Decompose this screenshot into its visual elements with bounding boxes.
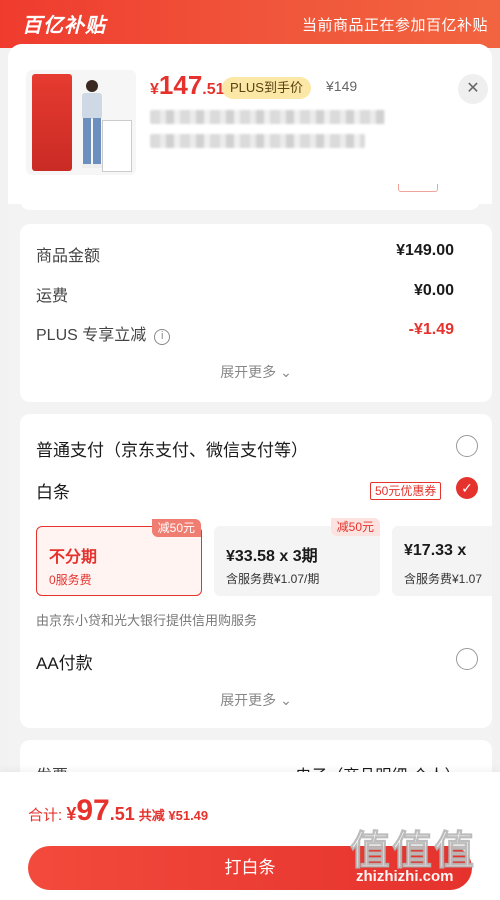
info-icon[interactable]: i: [154, 329, 171, 345]
site-watermark: 值值值 zhizhizhi.com: [350, 818, 486, 892]
plan-main: ¥33.58 x 3期: [226, 548, 318, 565]
total-amount: 97: [76, 794, 110, 827]
normal-pay-label[interactable]: 普通支付（京东支付、微信支付等）: [36, 436, 308, 461]
plan-discount-badge: 减50元: [151, 519, 201, 537]
goods-amount-label: 商品金额: [36, 248, 101, 265]
baitiao-radio-checked[interactable]: ✓: [456, 477, 478, 499]
credit-provider-note: 由京东小贷和光大银行提供信用购服务: [36, 613, 258, 628]
thumbnail-package: [102, 120, 132, 172]
subsidy-banner: 百亿补贴 当前商品正在参加百亿补贴: [0, 0, 500, 48]
plan-no-installment[interactable]: 减50元 不分期 0服务费: [36, 519, 202, 596]
order-total: 合计: ¥97.51 共减 ¥51.49: [28, 794, 209, 827]
watermark-text: zhizhizhi.com: [356, 868, 454, 885]
spec-tag-peek: [398, 184, 438, 192]
plus-price-tag: PLUS到手价: [222, 77, 311, 99]
plus-price: ¥147.51: [150, 70, 225, 100]
product-title-blurred: [150, 110, 385, 160]
thumbnail-red-panel: [32, 74, 72, 171]
plus-discount-value: -¥1.49: [408, 321, 454, 338]
payment-method-card: 普通支付（京东支付、微信支付等） 白条 50元优惠券 ✓ 减50元 不分期 0服…: [20, 414, 492, 728]
plan-3-installments[interactable]: 减50元 ¥33.58 x 3期 含服务费¥1.07/期: [214, 518, 380, 596]
product-thumbnail[interactable]: [26, 70, 136, 175]
shipping-value: ¥0.00: [413, 282, 454, 299]
plan-fee: 含服务费¥1.07: [404, 572, 483, 586]
baitiao-label[interactable]: 白条: [36, 478, 70, 503]
aa-pay-label[interactable]: AA付款: [36, 649, 93, 674]
plan-discount-badge: 减50元: [330, 518, 380, 536]
original-price: ¥149: [326, 78, 358, 94]
total-label: 合计:: [28, 807, 67, 824]
goods-amount-value: ¥149.00: [396, 242, 454, 259]
spec-card-peek: [20, 190, 480, 210]
baitiao-coupon-tag[interactable]: 50元优惠券: [370, 482, 442, 500]
aa-pay-radio[interactable]: [456, 648, 478, 670]
plan-main: ¥17.33 x: [404, 542, 467, 559]
amount-summary-card: 商品金额 ¥149.00 运费 ¥0.00 PLUS 专享立减 i -¥1.49 …: [20, 224, 492, 402]
shipping-label: 运费: [36, 288, 69, 305]
expand-more-payment[interactable]: 展开更多 ⌄: [20, 690, 492, 710]
plan-main: 不分期: [49, 549, 98, 566]
subsidy-note: 当前商品正在参加百亿补贴: [301, 17, 488, 34]
total-saved: 共减 ¥51.49: [138, 808, 209, 823]
plan-fee: 含服务费¥1.07/期: [226, 572, 320, 586]
plus-discount-label: PLUS 专享立减: [36, 327, 147, 344]
normal-pay-radio[interactable]: [456, 435, 478, 457]
plan-6-installments[interactable]: ¥17.33 x 含服务费¥1.07: [392, 526, 492, 596]
plan-fee: 0服务费: [49, 573, 92, 587]
close-icon[interactable]: ✕: [458, 74, 488, 104]
subsidy-brand-logo: 百亿补贴: [22, 15, 106, 37]
plus-discount-row: PLUS 专享立减 i: [36, 321, 171, 345]
expand-more-amounts[interactable]: 展开更多 ⌄: [20, 362, 492, 382]
